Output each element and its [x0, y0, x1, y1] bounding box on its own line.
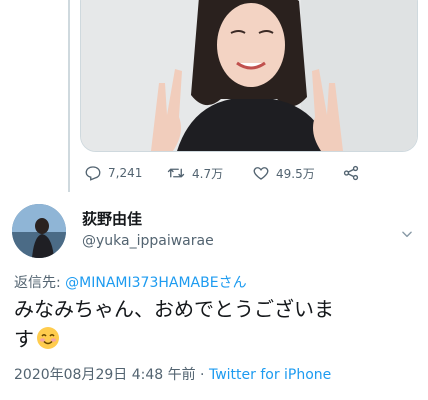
tweet-metadata: 2020年08月29日 4:48 午前 · Twitter for iPhone [14, 364, 331, 384]
reply-context: 返信先: @MINAMI373HAMABEさん [14, 272, 247, 292]
smiling-face-emoji [37, 327, 59, 349]
reply-icon [85, 166, 101, 181]
chevron-down-icon [402, 231, 412, 238]
tweet-actions-bar: 7,241 4.7万 49.5万 [80, 160, 380, 186]
thread-connector-line [68, 0, 70, 192]
share-button[interactable] [342, 164, 360, 182]
avatar-image [12, 204, 66, 258]
like-icon [253, 167, 269, 180]
tweet-menu-button[interactable] [400, 226, 414, 245]
retweet-button[interactable]: 4.7万 [166, 164, 223, 182]
retweet-icon [167, 168, 185, 178]
reply-count: 7,241 [108, 166, 143, 180]
quoted-media-card[interactable] [80, 0, 418, 152]
share-icon [343, 165, 359, 181]
source-link[interactable]: Twitter for iPhone [209, 367, 331, 383]
reply-button[interactable]: 7,241 [84, 164, 142, 182]
avatar[interactable] [12, 204, 66, 258]
tweet-photo[interactable] [81, 0, 417, 151]
tweet-text: みなみちゃん、おめでとうございま す [14, 294, 414, 354]
meta-separator: · [195, 367, 209, 383]
like-button[interactable]: 49.5万 [252, 164, 315, 182]
reply-mention-link[interactable]: @MINAMI373HAMABEさん [65, 275, 246, 291]
timestamp[interactable]: 2020年08月29日 4:48 午前 [14, 367, 196, 383]
reply-prefix: 返信先: [14, 275, 66, 291]
retweet-count: 4.7万 [192, 166, 224, 181]
author-handle[interactable]: @yuka_ippaiwarae [82, 233, 214, 249]
tweet-text-line1: みなみちゃん、おめでとうございま [14, 297, 334, 321]
tweet-text-line2: す [14, 327, 34, 351]
author-name[interactable]: 荻野由佳 [82, 208, 142, 229]
like-count: 49.5万 [276, 166, 315, 181]
